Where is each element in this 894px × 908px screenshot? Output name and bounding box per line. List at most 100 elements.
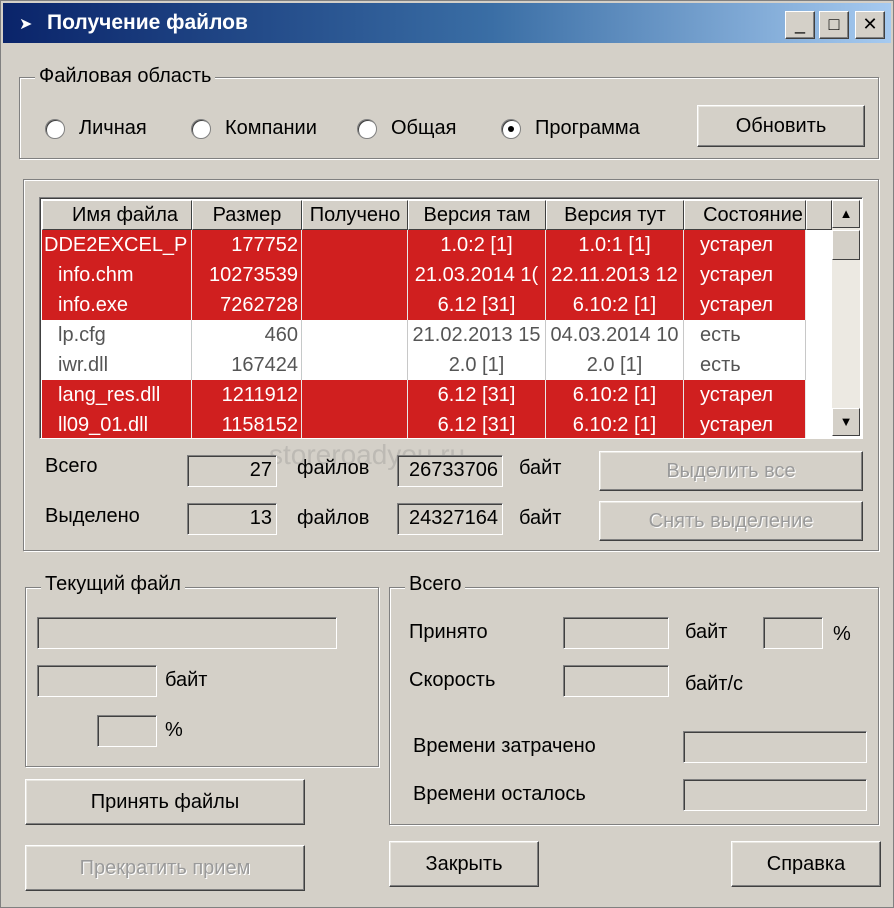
- current-file-percent-label: %: [165, 719, 183, 741]
- column-header-received[interactable]: Получено: [302, 200, 408, 230]
- table-row[interactable]: lang_res.dll 1211912 6.12 [31] 6.10:2 [1] ус…: [42, 380, 832, 410]
- radio-circle[interactable]: [501, 119, 521, 139]
- column-header-version-here[interactable]: Версия тут: [546, 200, 684, 230]
- selected-bytes-label: байт: [519, 507, 562, 529]
- column-header-version-there[interactable]: Версия там: [408, 200, 546, 230]
- scroll-down-icon[interactable]: ▼: [832, 408, 860, 436]
- stop-receiving-button[interactable]: Прекратить прием: [25, 845, 305, 891]
- table-cell-state: устарел: [684, 230, 806, 260]
- table-row[interactable]: lp.cfg 460 21.02.2013 15 04.03.2014 10 есть: [42, 320, 832, 350]
- total-label: Всего: [45, 455, 98, 477]
- table-cell-ver-there: 6.12 [31]: [408, 410, 546, 438]
- total-bytes-field: 26733706: [397, 455, 503, 487]
- table-cell-name: lp.cfg: [42, 320, 192, 350]
- window-title: Получение файлов: [47, 11, 248, 34]
- radio-label: Личная: [79, 117, 147, 139]
- table-cell-received: [302, 350, 408, 380]
- table-cell-received: [302, 320, 408, 350]
- table-cell-state: есть: [684, 350, 806, 380]
- table-cell-state: устарел: [684, 290, 806, 320]
- column-header-size[interactable]: Размер: [192, 200, 302, 230]
- table-cell-ver-here: 6.10:2 [1]: [546, 410, 684, 438]
- table-cell-ver-here: 1.0:1 [1]: [546, 230, 684, 260]
- table-cell-ver-here: 2.0 [1]: [546, 350, 684, 380]
- speed-field: [563, 665, 669, 697]
- file-area-legend: Файловая область: [35, 65, 216, 88]
- current-file-percent-field: [97, 715, 157, 747]
- table-cell-size: 1211912: [192, 380, 302, 410]
- time-left-label: Времени осталось: [413, 783, 586, 805]
- table-cell-state: есть: [684, 320, 806, 350]
- time-left-field: [683, 779, 867, 811]
- help-button[interactable]: Справка: [731, 841, 881, 887]
- list-scrollbar[interactable]: ▲ ▼: [832, 200, 860, 436]
- overall-legend: Всего: [405, 573, 466, 596]
- table-row[interactable]: ll09_01.dll 1158152 6.12 [31] 6.10:2 [1] уст…: [42, 410, 832, 438]
- table-cell-name: info.chm: [42, 260, 192, 290]
- scroll-thumb[interactable]: [832, 230, 860, 260]
- column-header-state[interactable]: Состояние: [684, 200, 806, 230]
- table-row[interactable]: info.chm 10273539 21.03.2014 1(22.11.2013 …: [42, 260, 832, 290]
- table-cell-ver-here: 04.03.2014 10: [546, 320, 684, 350]
- maximize-button[interactable]: □: [819, 11, 849, 39]
- scroll-up-icon[interactable]: ▲: [832, 200, 860, 228]
- radio-selected-dot: [508, 126, 514, 132]
- deselect-button[interactable]: Снять выделение: [599, 501, 863, 541]
- table-cell-ver-here: 22.11.2013 12: [546, 260, 684, 290]
- file-rows: DDE2EXCEL_P 177752 1.0:2 [1] 1.0:1 [1] устар…: [42, 230, 832, 438]
- table-cell-ver-there: 2.0 [1]: [408, 350, 546, 380]
- close-button[interactable]: Закрыть: [389, 841, 539, 887]
- selected-bytes-field: 24327164: [397, 503, 503, 535]
- column-header-name[interactable]: Имя файла: [42, 200, 192, 230]
- minimize-button[interactable]: _: [785, 11, 815, 39]
- accept-files-button[interactable]: Принять файлы: [25, 779, 305, 825]
- window: ➤ Получение файлов _ □ ✕ Файловая област…: [0, 0, 894, 908]
- received-bytes-label: байт: [685, 621, 728, 643]
- radio-circle[interactable]: [357, 119, 377, 139]
- table-cell-state: устарел: [684, 410, 806, 438]
- speed-unit-label: байт/с: [685, 673, 744, 695]
- table-cell-name: iwr.dll: [42, 350, 192, 380]
- table-cell-ver-there: 21.02.2013 15: [408, 320, 546, 350]
- title-bar[interactable]: ➤ Получение файлов _ □ ✕: [3, 3, 891, 43]
- table-cell-received: [302, 260, 408, 290]
- table-cell-received: [302, 380, 408, 410]
- table-cell-ver-here: 6.10:2 [1]: [546, 380, 684, 410]
- refresh-button[interactable]: Обновить: [697, 105, 865, 147]
- speed-label: Скорость: [409, 669, 496, 691]
- arrow-icon: ➤: [19, 16, 33, 33]
- column-header-filler: [806, 200, 832, 230]
- total-files-field: 27: [187, 455, 277, 487]
- table-cell-ver-there: 21.03.2014 1(: [408, 260, 546, 290]
- close-window-button[interactable]: ✕: [855, 11, 885, 39]
- radio-circle[interactable]: [45, 119, 65, 139]
- table-cell-state: устарел: [684, 260, 806, 290]
- select-all-button[interactable]: Выделить все: [599, 451, 863, 491]
- table-cell-received: [302, 410, 408, 438]
- current-file-bytes-label: байт: [165, 669, 208, 691]
- table-cell-size: 167424: [192, 350, 302, 380]
- radio-label: Программа: [535, 117, 640, 139]
- total-files-label: файлов: [297, 457, 370, 479]
- table-row[interactable]: DDE2EXCEL_P 177752 1.0:2 [1] 1.0:1 [1] устар…: [42, 230, 832, 260]
- received-percent-field: [763, 617, 823, 649]
- selected-files-field: 13: [187, 503, 277, 535]
- table-cell-ver-there: 6.12 [31]: [408, 290, 546, 320]
- table-cell-state: устарел: [684, 380, 806, 410]
- table-row[interactable]: iwr.dll 167424 2.0 [1] 2.0 [1] есть: [42, 350, 832, 380]
- table-cell-size: 460: [192, 320, 302, 350]
- table-cell-size: 1158152: [192, 410, 302, 438]
- received-field: [563, 617, 669, 649]
- file-list-header: Имя файла Размер Получено Версия там Вер…: [42, 200, 832, 230]
- radio-label: Общая: [391, 117, 457, 139]
- received-percent-label: %: [833, 623, 851, 645]
- table-cell-ver-there: 6.12 [31]: [408, 380, 546, 410]
- radio-circle[interactable]: [191, 119, 211, 139]
- table-cell-ver-here: 6.10:2 [1]: [546, 290, 684, 320]
- table-cell-size: 7262728: [192, 290, 302, 320]
- table-cell-size: 177752: [192, 230, 302, 260]
- table-cell-name: info.exe: [42, 290, 192, 320]
- table-row[interactable]: info.exe 7262728 6.12 [31] 6.10:2 [1] устаре…: [42, 290, 832, 320]
- received-label: Принято: [409, 621, 488, 643]
- file-list[interactable]: Имя файла Размер Получено Версия там Вер…: [39, 197, 863, 439]
